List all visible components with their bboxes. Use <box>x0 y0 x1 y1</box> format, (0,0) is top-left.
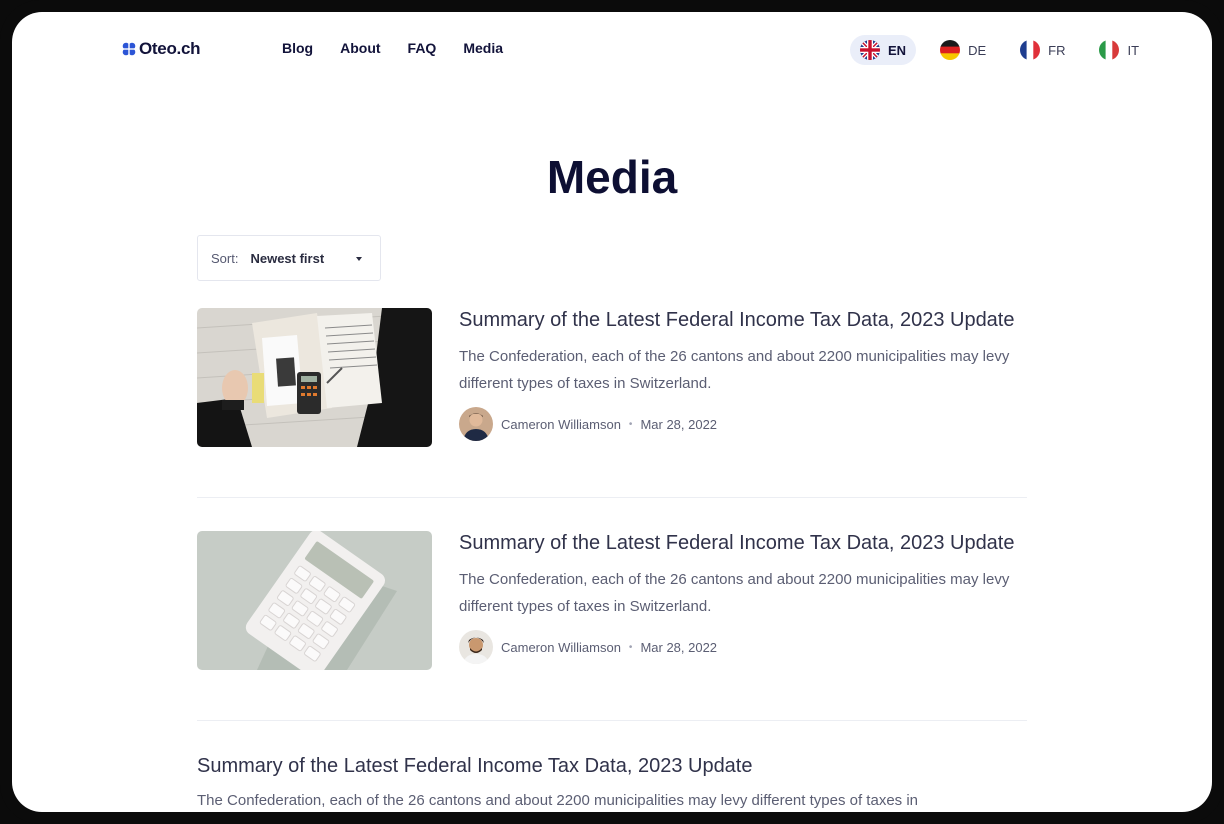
article-title[interactable]: Summary of the Latest Federal Income Tax… <box>459 531 1027 556</box>
meta-separator: • <box>628 641 633 653</box>
article-date: Mar 28, 2022 <box>640 416 718 432</box>
nav-media[interactable]: Media <box>463 40 503 56</box>
lang-code: IT <box>1127 42 1140 58</box>
avatar[interactable] <box>459 407 493 441</box>
italy-flag-icon <box>1099 40 1120 60</box>
sort-dropdown[interactable]: Sort: Newest first <box>197 235 381 281</box>
article-thumbnail[interactable] <box>197 531 432 670</box>
article-meta: Cameron Williamson • Mar 28, 2022 <box>459 630 1027 664</box>
nav-about[interactable]: About <box>340 40 380 56</box>
lang-fr[interactable]: FR <box>1010 35 1075 65</box>
brand-name: Oteo.ch <box>139 39 201 58</box>
sort-value: Newest first <box>250 250 325 266</box>
author-avatar-icon <box>459 407 493 441</box>
article-card: Summary of the Latest Federal Income Tax… <box>197 754 1027 812</box>
avatar[interactable] <box>459 630 493 664</box>
caret-down-icon <box>356 257 362 261</box>
four-petal-logo-icon <box>122 42 136 56</box>
sort-label: Sort: <box>211 250 239 266</box>
article-meta: Cameron Williamson • Mar 28, 2022 <box>459 407 1027 441</box>
article-content: Summary of the Latest Federal Income Tax… <box>459 531 1027 664</box>
tax-documents-photo <box>197 308 432 447</box>
main-nav: Blog About FAQ Media <box>282 40 503 56</box>
article-title[interactable]: Summary of the Latest Federal Income Tax… <box>197 754 1027 779</box>
lang-en[interactable]: EN <box>850 35 917 65</box>
article-thumbnail[interactable] <box>197 308 432 447</box>
germany-flag-icon <box>940 40 961 60</box>
nav-blog[interactable]: Blog <box>282 40 313 56</box>
page-title: Media <box>546 151 678 203</box>
article-excerpt: The Confederation, each of the 26 canton… <box>459 571 1010 615</box>
divider <box>197 497 1027 498</box>
device-frame: Oteo.ch Blog About FAQ Media EN DE FR IT… <box>0 0 1224 824</box>
lang-it[interactable]: IT <box>1089 35 1149 65</box>
divider <box>197 720 1027 721</box>
browser-viewport: Oteo.ch Blog About FAQ Media EN DE FR IT… <box>12 12 1212 812</box>
article-content: Summary of the Latest Federal Income Tax… <box>459 308 1027 441</box>
author-name[interactable]: Cameron Williamson <box>501 417 621 432</box>
author-name[interactable]: Cameron Williamson <box>501 640 621 655</box>
author-avatar-icon <box>459 630 493 664</box>
article-excerpt: The Confederation, each of the 26 canton… <box>459 348 1010 392</box>
meta-separator: • <box>628 418 633 430</box>
lang-de[interactable]: DE <box>930 35 996 65</box>
nav-faq[interactable]: FAQ <box>408 40 437 56</box>
white-calculator-photo <box>197 531 432 670</box>
article-title[interactable]: Summary of the Latest Federal Income Tax… <box>459 308 1027 333</box>
article-date: Mar 28, 2022 <box>640 639 718 655</box>
lang-code: FR <box>1048 42 1066 58</box>
language-switcher: EN DE FR IT <box>850 35 1149 65</box>
lang-code: EN <box>888 42 907 58</box>
lang-code: DE <box>968 42 987 58</box>
brand-logo[interactable]: Oteo.ch <box>122 39 200 59</box>
uk-flag-icon <box>860 40 880 60</box>
article-excerpt: The Confederation, each of the 26 canton… <box>197 792 919 809</box>
france-flag-icon <box>1020 40 1041 60</box>
